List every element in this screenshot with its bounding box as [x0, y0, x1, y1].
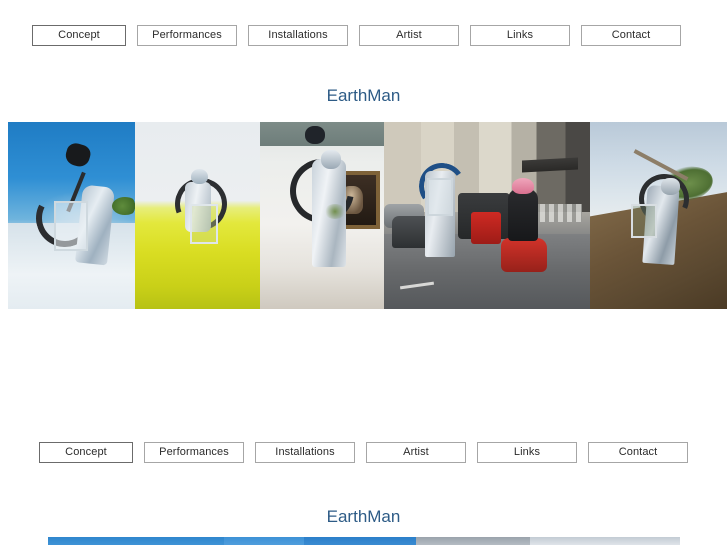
nav-top-item-performances[interactable]: Performances: [137, 24, 237, 46]
gallery-image-snow[interactable]: [8, 122, 135, 309]
image-strip-bottom: [48, 537, 680, 545]
gallery-image-earth-mound[interactable]: [590, 122, 727, 309]
street-scooter-rider: [507, 189, 538, 242]
secondary-navigation: Concept Performances Installations Artis…: [0, 441, 727, 463]
street-red-cargo: [470, 211, 501, 244]
nav-bottom-item-artist[interactable]: Artist: [366, 441, 466, 463]
gallery2-image-2[interactable]: [224, 537, 304, 545]
gallery-image-street[interactable]: [384, 122, 590, 309]
image-strip-top: [8, 122, 727, 309]
street-pink-helmet: [511, 178, 534, 195]
nav-bottom-item-links[interactable]: Links: [477, 441, 577, 463]
museum-helmet: [320, 150, 341, 170]
snow-backpack-terrarium: [53, 200, 88, 251]
nav-bottom-item-installations[interactable]: Installations: [255, 441, 355, 463]
nav-top-item-concept[interactable]: Concept: [32, 24, 126, 46]
street-backpack-terrarium: [427, 178, 454, 217]
page-title-top: EarthMan: [326, 86, 401, 105]
nav-bottom-item-contact[interactable]: Contact: [588, 441, 688, 463]
nav-bottom-item-concept[interactable]: Concept: [39, 441, 133, 463]
nav-bottom-item-performances[interactable]: Performances: [144, 441, 244, 463]
gallery2-image-5[interactable]: [530, 537, 680, 545]
gallery-image-museum[interactable]: [260, 122, 384, 309]
nav-top-item-links[interactable]: Links: [470, 24, 570, 46]
street-scooter: [501, 237, 548, 272]
museum-visitor: [304, 125, 325, 144]
field-backpack-terrarium: [190, 204, 218, 245]
primary-navigation: Concept Performances Installations Artis…: [0, 24, 727, 46]
page-title-bottom: EarthMan: [326, 507, 401, 526]
gallery-image-field[interactable]: [135, 122, 260, 309]
nav-top-item-contact[interactable]: Contact: [581, 24, 681, 46]
gallery2-image-1[interactable]: [48, 537, 224, 545]
gallery2-image-3[interactable]: [304, 537, 416, 545]
snow-shovel-blade: [63, 141, 93, 170]
earth-helmet: [661, 178, 681, 196]
nav-top-item-installations[interactable]: Installations: [248, 24, 348, 46]
gallery2-image-4[interactable]: [416, 537, 530, 545]
earth-backpack-terrarium: [631, 204, 658, 239]
nav-top-item-artist[interactable]: Artist: [359, 24, 459, 46]
field-helmet: [191, 168, 209, 184]
snow-plant: [112, 196, 135, 215]
